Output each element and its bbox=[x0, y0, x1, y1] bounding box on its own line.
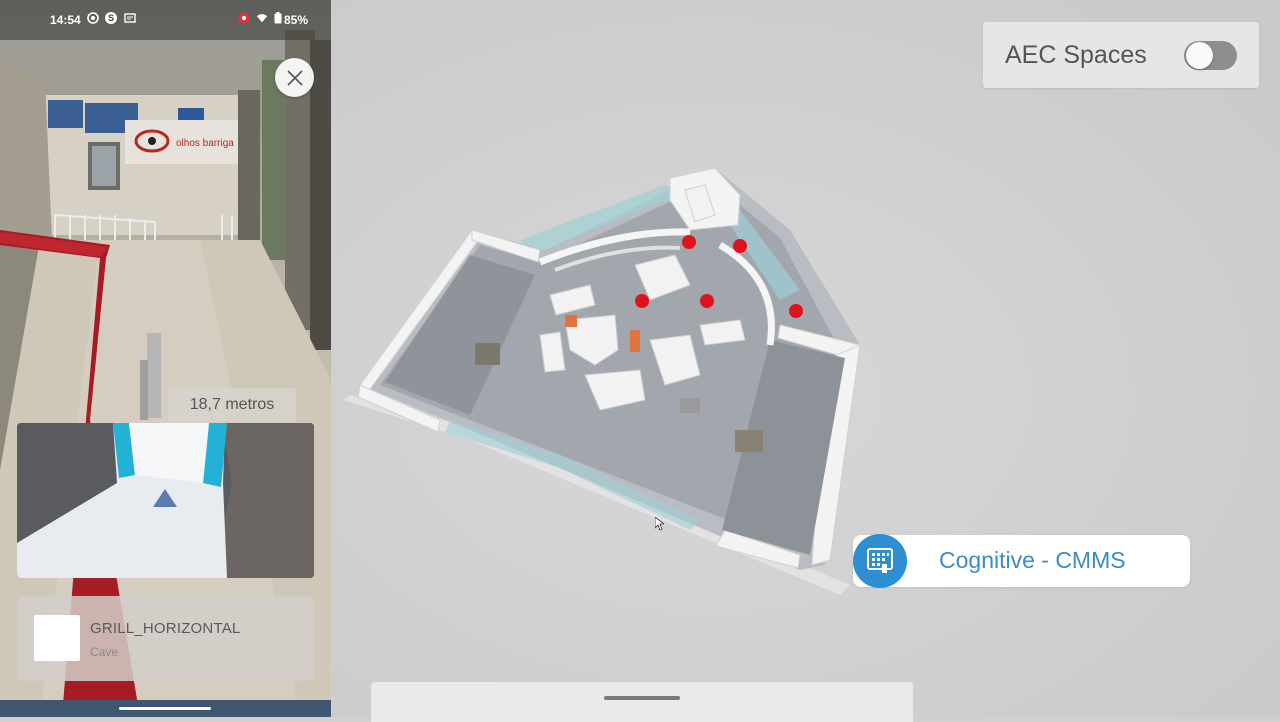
aec-spaces-label: AEC Spaces bbox=[1005, 41, 1147, 69]
close-icon bbox=[286, 69, 303, 86]
ar-sign-text: olhos barriga bbox=[176, 138, 234, 149]
settings-icon bbox=[87, 12, 99, 24]
status-time: 14:54 bbox=[50, 13, 81, 27]
battery-percent: 85% bbox=[284, 13, 309, 27]
cognitive-cmms-button[interactable]: Cognitive - CMMS bbox=[853, 534, 1190, 588]
ar-phone-view: olhos barriga 14:54 S 85% 18,7 metros GR… bbox=[0, 0, 331, 717]
issue-marker bbox=[635, 294, 649, 308]
aec-spaces-panel: AEC Spaces bbox=[983, 22, 1259, 88]
asset-location: Cave bbox=[90, 645, 119, 659]
status-bar: 14:54 S 85% bbox=[0, 0, 331, 40]
mouse-cursor-icon bbox=[655, 517, 664, 531]
sheet-drag-handle[interactable] bbox=[604, 696, 680, 700]
aec-spaces-toggle[interactable] bbox=[1184, 41, 1237, 70]
toggle-knob bbox=[1186, 42, 1213, 69]
distance-label: 18,7 metros bbox=[168, 388, 296, 422]
bottom-sheet[interactable] bbox=[371, 682, 913, 722]
close-button[interactable] bbox=[275, 58, 314, 97]
notification-icon bbox=[124, 12, 136, 24]
issue-marker bbox=[789, 304, 803, 318]
building-icon bbox=[853, 534, 907, 588]
issue-marker bbox=[682, 235, 696, 249]
asset-card[interactable]: GRILL_HORIZONTAL Cave bbox=[17, 596, 314, 681]
issue-marker bbox=[700, 294, 714, 308]
asset-thumbnail bbox=[34, 615, 80, 661]
home-gesture-handle[interactable] bbox=[119, 707, 211, 710]
battery-icon bbox=[272, 12, 284, 24]
wifi-icon bbox=[256, 12, 268, 24]
3d-model-viewer[interactable] bbox=[331, 0, 1280, 717]
building-3d-model[interactable] bbox=[331, 0, 1280, 717]
record-icon bbox=[238, 12, 250, 24]
skype-icon: S bbox=[105, 12, 117, 24]
navigation-minimap bbox=[17, 423, 314, 578]
issue-marker bbox=[733, 239, 747, 253]
asset-name: GRILL_HORIZONTAL bbox=[90, 620, 241, 637]
cmms-label: Cognitive - CMMS bbox=[939, 547, 1126, 573]
